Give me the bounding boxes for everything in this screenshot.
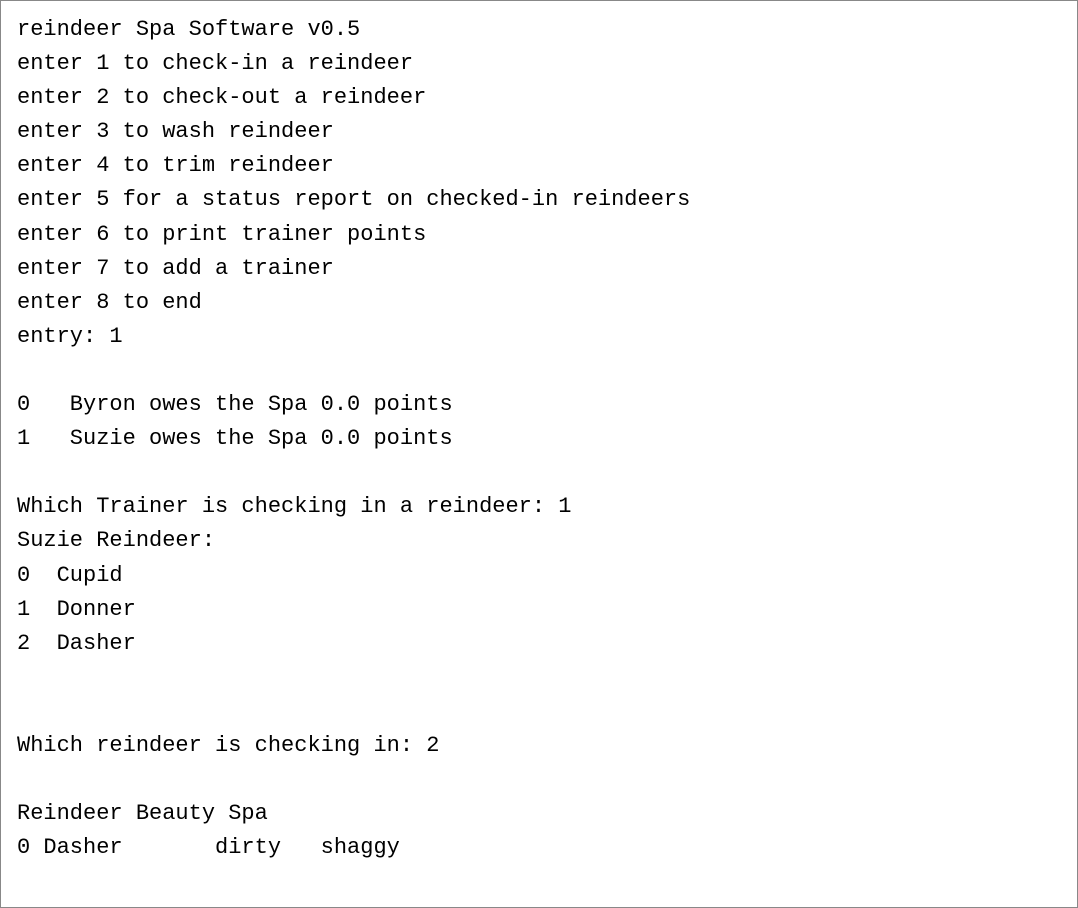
terminal-line (17, 354, 1061, 388)
terminal-line (17, 661, 1061, 695)
terminal-line: enter 1 to check-in a reindeer (17, 47, 1061, 81)
terminal-line: 0 Byron owes the Spa 0.0 points (17, 388, 1061, 422)
terminal-line: enter 2 to check-out a reindeer (17, 81, 1061, 115)
terminal-line (17, 456, 1061, 490)
terminal-line: Which reindeer is checking in: 2 (17, 729, 1061, 763)
terminal-output: reindeer Spa Software v0.5enter 1 to che… (0, 0, 1078, 908)
terminal-line: entry: 1 (17, 320, 1061, 354)
terminal-line: 1 Donner (17, 593, 1061, 627)
terminal-line: enter 6 to print trainer points (17, 218, 1061, 252)
terminal-line: enter 5 for a status report on checked-i… (17, 183, 1061, 217)
terminal-line: enter 7 to add a trainer (17, 252, 1061, 286)
terminal-line (17, 763, 1061, 797)
terminal-line: 2 Dasher (17, 627, 1061, 661)
terminal-line: reindeer Spa Software v0.5 (17, 13, 1061, 47)
terminal-line: Which Trainer is checking in a reindeer:… (17, 490, 1061, 524)
terminal-line: enter 3 to wash reindeer (17, 115, 1061, 149)
terminal-line: Reindeer Beauty Spa (17, 797, 1061, 831)
terminal-line: enter 8 to end (17, 286, 1061, 320)
terminal-line: enter 4 to trim reindeer (17, 149, 1061, 183)
terminal-line: 1 Suzie owes the Spa 0.0 points (17, 422, 1061, 456)
terminal-line: 0 Cupid (17, 559, 1061, 593)
terminal-line: 0 Dasher dirty shaggy (17, 831, 1061, 865)
terminal-line: Suzie Reindeer: (17, 524, 1061, 558)
terminal-line (17, 695, 1061, 729)
